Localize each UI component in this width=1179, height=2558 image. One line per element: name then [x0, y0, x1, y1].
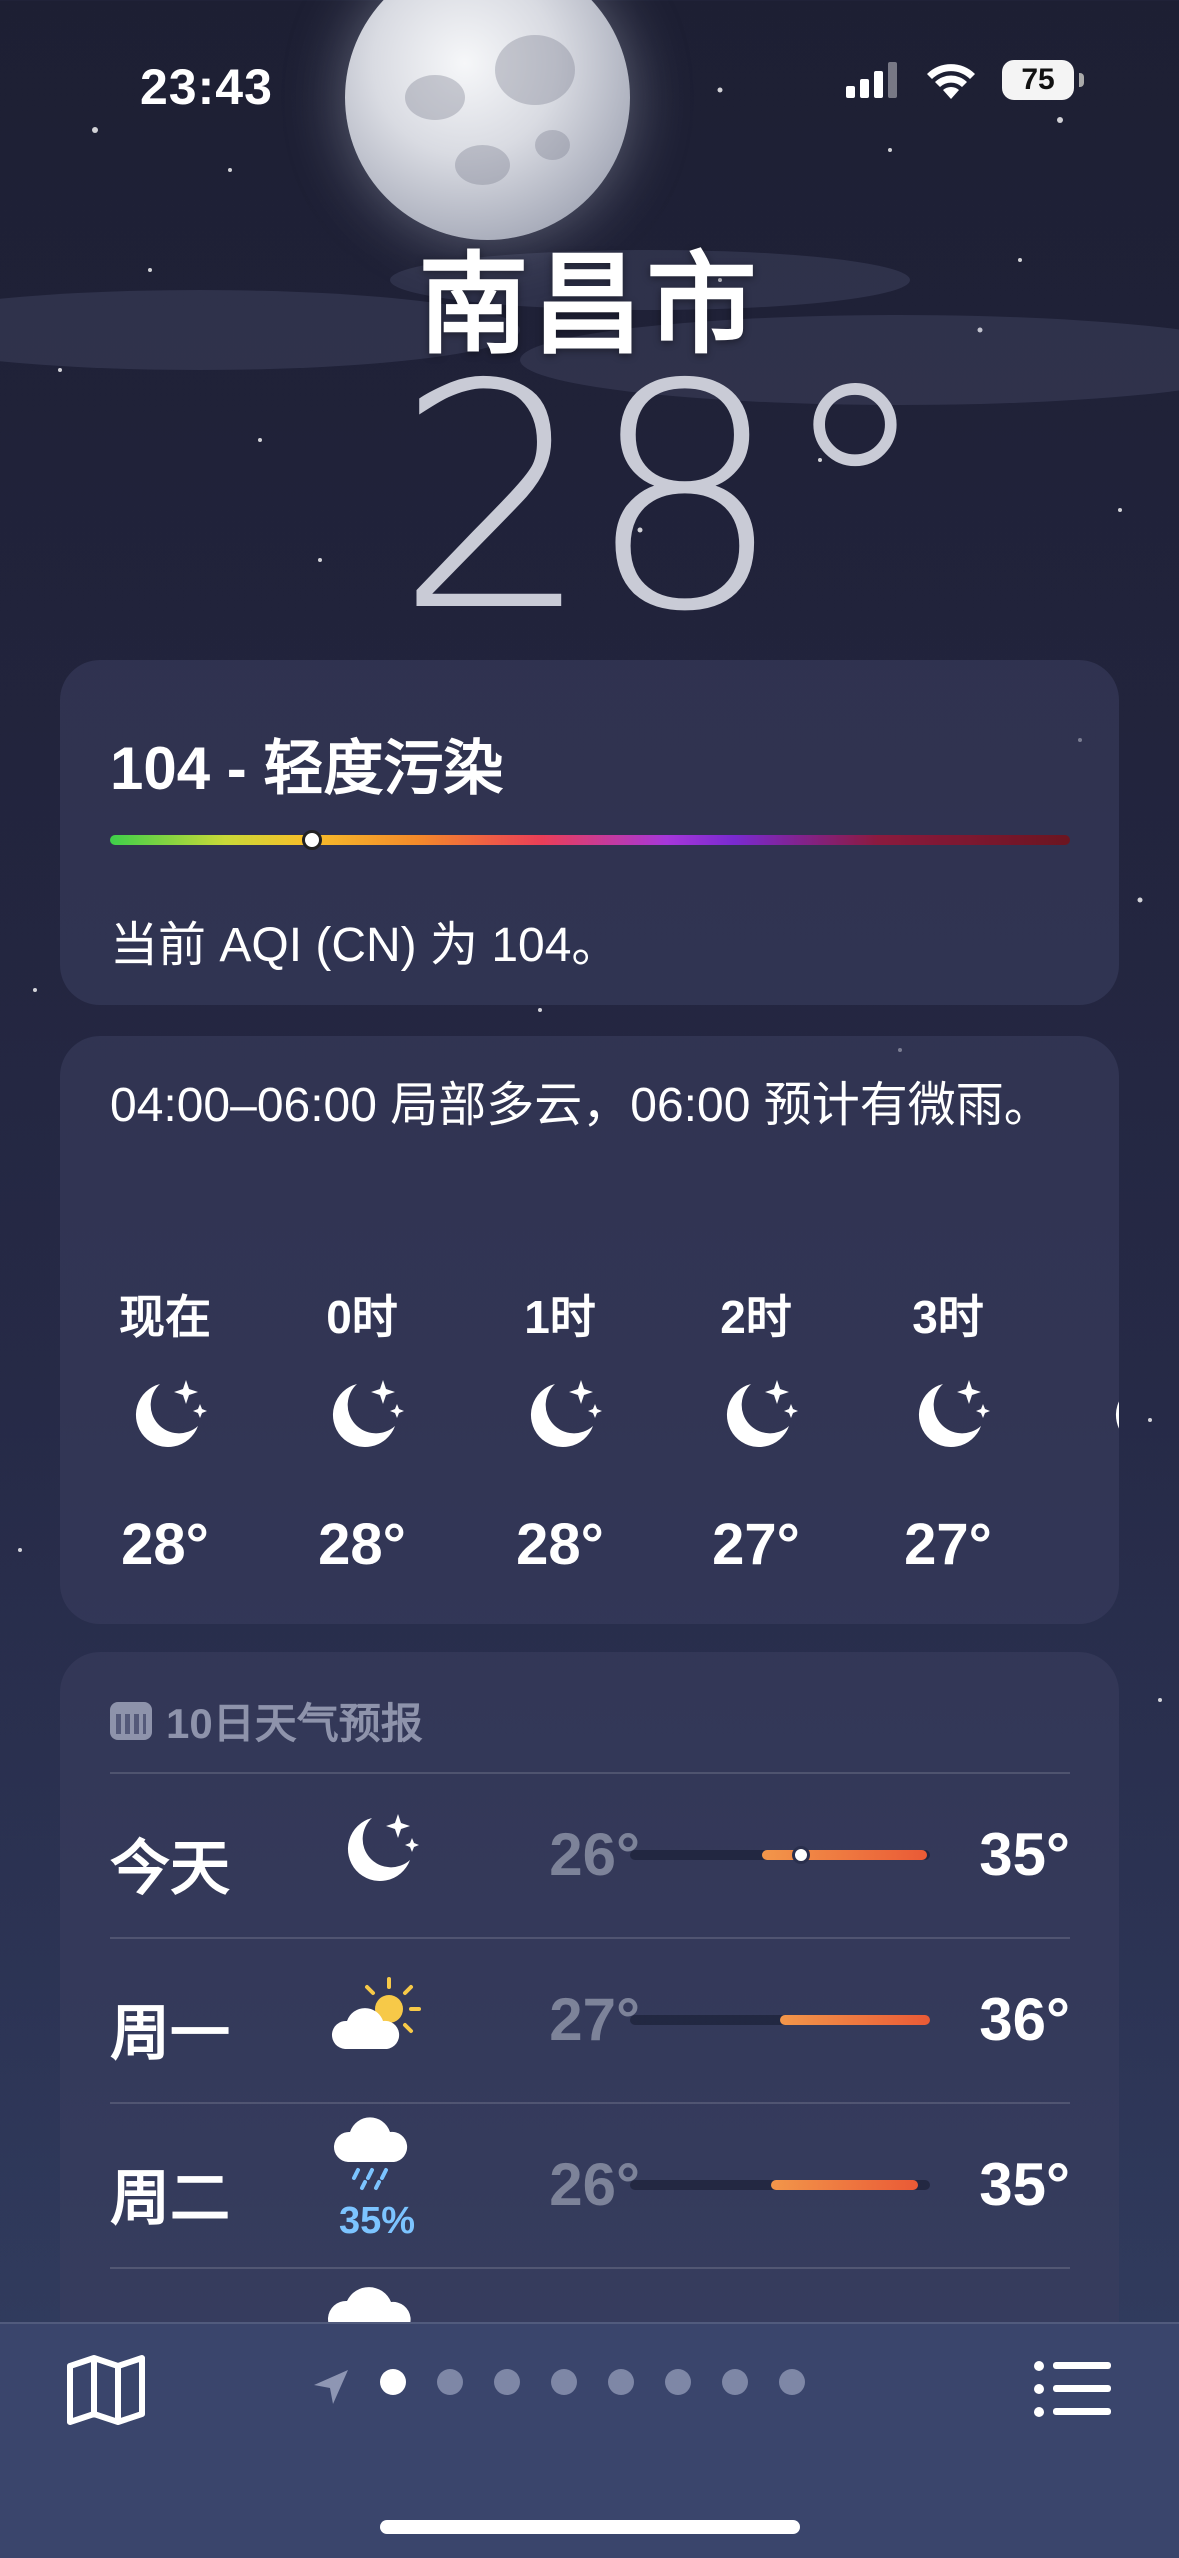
hour-temperature: 27° [904, 1512, 992, 1577]
hour-temperature: 28° [318, 1512, 406, 1577]
current-temperature: 28° [395, 319, 932, 680]
aqi-indicator [301, 830, 322, 850]
current-temp-marker [792, 1846, 810, 1864]
forecast-row[interactable]: 周一 27° 36° [60, 1937, 1119, 2102]
status-icons: 75 [846, 60, 1084, 100]
wifi-icon [927, 64, 975, 99]
forecast-header: 10日天气预报 [110, 1690, 423, 1751]
ten-day-forecast-card[interactable]: 10日天气预报 今天 26° 35° 周一 27° 36° 周二 35% 26° 35° [60, 1652, 1119, 2412]
aqi-card[interactable]: 104 - 轻度污染 当前 AQI (CN) 为 104。 [60, 660, 1119, 1005]
home-indicator[interactable] [380, 2520, 800, 2534]
forecast-day: 周一 [110, 2000, 230, 2067]
hourly-forecast-card[interactable]: 04:00–06:00 局部多云，06:00 预计有微雨。 现在 28° 0时 28°… [60, 1036, 1119, 1624]
forecast-header-label: 10日天气预报 [166, 1700, 423, 1747]
status-time: 23:43 [140, 59, 273, 115]
forecast-day: 今天 [110, 1835, 230, 1902]
page-dot[interactable] [722, 2369, 748, 2395]
divider [110, 2267, 1070, 2269]
forecast-row[interactable]: 今天 26° 35° [60, 1772, 1119, 1937]
temperature-range-bar [630, 2015, 930, 2025]
forecast-day: 周二 [110, 2165, 230, 2232]
hourly-summary: 04:00–06:00 局部多云，06:00 预计有微雨。 [110, 1079, 1052, 1132]
aqi-title: 104 - 轻度污染 [110, 735, 504, 802]
hour-label: 4 [1080, 1281, 1119, 1335]
forecast-high: 36° [979, 1986, 1070, 2053]
battery-icon: 75 [1002, 60, 1084, 100]
hour-temperature: 28° [121, 1512, 209, 1577]
forecast-row[interactable]: 周二 35% 26° 35° [60, 2102, 1119, 2267]
moon-stars-icon [1080, 1376, 1119, 1461]
page-dot[interactable] [779, 2369, 805, 2395]
hour-label: 现在 [119, 1291, 211, 1343]
hour-temperature: 2 [1080, 1511, 1119, 1578]
location-arrow-icon[interactable] [312, 2368, 350, 2406]
page-dot[interactable] [665, 2369, 691, 2395]
temperature-range-bar [630, 2180, 930, 2190]
hour-label: 1时 [524, 1291, 596, 1343]
calendar-icon [110, 1701, 152, 1740]
hour-temperature: 28° [516, 1512, 604, 1577]
partly-sunny-icon [322, 1975, 432, 2060]
page-dot[interactable] [380, 2369, 406, 2395]
page-dot[interactable] [437, 2369, 463, 2395]
hour-temperature: 27° [712, 1512, 800, 1577]
page-dot[interactable] [494, 2369, 520, 2395]
map-icon[interactable] [66, 2354, 146, 2426]
moon-stars-icon [297, 1376, 427, 1461]
page-dot[interactable] [608, 2369, 634, 2395]
forecast-low: 26° [549, 1821, 640, 1888]
moon-stars-icon [495, 1376, 625, 1461]
moon-stars-icon [322, 1810, 432, 1895]
hour-label: 3时 [912, 1291, 984, 1343]
list-icon[interactable] [1033, 2360, 1113, 2418]
forecast-low: 26° [549, 2151, 640, 2218]
hour-label: 2时 [720, 1291, 792, 1343]
temperature-range-bar [630, 1846, 930, 1864]
aqi-description: 当前 AQI (CN) 为 104。 [110, 919, 620, 972]
forecast-high: 35° [979, 2151, 1070, 2218]
page-dot[interactable] [551, 2369, 577, 2395]
signal-icon [846, 62, 897, 98]
forecast-high: 35° [979, 1821, 1070, 1888]
moon-stars-icon [100, 1376, 230, 1461]
moon-stars-icon [691, 1376, 821, 1461]
hour-label: 0时 [326, 1291, 398, 1343]
moon-stars-icon [883, 1376, 1013, 1461]
rain-cloud-icon [322, 2112, 432, 2197]
precip-chance: 35% [338, 2200, 416, 2242]
forecast-low: 27° [549, 1986, 640, 2053]
aqi-scale-bar [110, 830, 1070, 850]
